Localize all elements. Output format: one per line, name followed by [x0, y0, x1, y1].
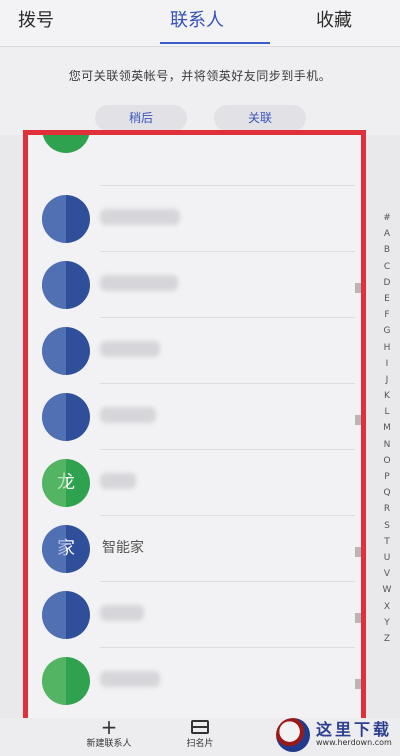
avatar: 家	[42, 525, 90, 573]
scan-icon	[191, 720, 209, 734]
divider	[100, 317, 355, 318]
alphabet-index-letter[interactable]: F	[380, 307, 394, 323]
alphabet-index-letter[interactable]: D	[380, 275, 394, 291]
tab-favorites[interactable]: 收藏	[316, 6, 352, 32]
scan-card-button[interactable]: 扫名片	[170, 718, 230, 749]
new-contact-label: 新建联系人	[86, 739, 132, 749]
alphabet-index-letter[interactable]: V	[380, 566, 394, 582]
link-account-button[interactable]: 关联	[214, 105, 306, 131]
alphabet-index-letter[interactable]: I	[380, 356, 394, 372]
blurred-name	[100, 209, 180, 225]
new-contact-button[interactable]: + 新建联系人	[74, 715, 144, 749]
avatar: 龙	[42, 459, 90, 507]
tab-bar: 拨号 联系人 收藏	[0, 0, 400, 47]
scan-card-label: 扫名片	[186, 739, 214, 749]
alphabet-index-letter[interactable]: A	[380, 226, 394, 242]
avatar	[42, 261, 90, 309]
alphabet-index-letter[interactable]: B	[380, 242, 394, 258]
alphabet-index-letter[interactable]: O	[380, 453, 394, 469]
banner-message: 您可关联领英帐号，并将领英好友同步到手机。	[68, 69, 332, 83]
contact-row[interactable]: 龙	[28, 449, 361, 515]
active-tab-indicator	[160, 42, 270, 44]
contact-row[interactable]	[28, 647, 361, 713]
contact-row[interactable]	[28, 251, 361, 317]
alphabet-index-letter[interactable]: C	[380, 259, 394, 275]
contact-list[interactable]: 龙 家 智能家	[23, 130, 366, 728]
watermark-title: 这里下载	[316, 720, 393, 739]
divider	[100, 647, 355, 648]
avatar	[42, 657, 90, 705]
blurred-name	[100, 473, 136, 489]
later-button[interactable]: 稍后	[95, 105, 187, 131]
divider	[100, 581, 355, 582]
avatar	[42, 327, 90, 375]
contact-row[interactable]	[28, 135, 361, 161]
alphabet-index-letter[interactable]: T	[380, 534, 394, 550]
alphabet-index[interactable]: # A B C D E F G H I J K L M N O P Q R S T U V W X Y Z	[380, 210, 394, 647]
alphabet-index-letter[interactable]: K	[380, 388, 394, 404]
avatar	[42, 135, 90, 153]
document-icon	[355, 415, 361, 425]
document-icon	[355, 613, 361, 623]
tab-dial[interactable]: 拨号	[18, 6, 54, 32]
contact-row[interactable]	[28, 317, 361, 383]
watermark-url: www.herdown.com	[316, 738, 392, 747]
alphabet-index-letter[interactable]: N	[380, 437, 394, 453]
alphabet-index-letter[interactable]: Z	[380, 631, 394, 647]
watermark: 这里下载 www.herdown.com	[276, 712, 400, 756]
alphabet-index-letter[interactable]: Y	[380, 615, 394, 631]
alphabet-index-letter[interactable]: S	[380, 518, 394, 534]
tab-contacts[interactable]: 联系人	[170, 6, 224, 32]
avatar	[42, 393, 90, 441]
alphabet-index-letter[interactable]: U	[380, 550, 394, 566]
document-icon	[355, 679, 361, 689]
plus-icon: +	[100, 715, 118, 739]
contact-row[interactable]	[28, 185, 361, 251]
blurred-name	[100, 341, 160, 357]
avatar	[42, 195, 90, 243]
blurred-name	[100, 407, 156, 423]
alphabet-index-letter[interactable]: #	[380, 210, 394, 226]
contact-row[interactable]	[28, 383, 361, 449]
alphabet-index-letter[interactable]: X	[380, 599, 394, 615]
contact-name: 智能家	[102, 540, 144, 556]
blurred-name	[100, 671, 160, 687]
divider	[100, 251, 355, 252]
divider	[100, 449, 355, 450]
alphabet-index-letter[interactable]: Q	[380, 485, 394, 501]
divider	[100, 383, 355, 384]
divider	[100, 515, 355, 516]
document-icon	[355, 547, 361, 557]
divider	[100, 185, 355, 186]
alphabet-index-letter[interactable]: R	[380, 501, 394, 517]
contact-row[interactable]	[28, 581, 361, 647]
alphabet-index-letter[interactable]: M	[380, 420, 394, 436]
contact-row[interactable]: 家 智能家	[28, 515, 361, 581]
watermark-logo-icon	[276, 718, 310, 752]
alphabet-index-letter[interactable]: L	[380, 404, 394, 420]
linkedin-banner: 您可关联领英帐号，并将领英好友同步到手机。 稍后 关联	[0, 47, 400, 135]
alphabet-index-letter[interactable]: E	[380, 291, 394, 307]
alphabet-index-letter[interactable]: J	[380, 372, 394, 388]
blurred-name	[100, 275, 178, 291]
alphabet-index-letter[interactable]: W	[380, 582, 394, 598]
alphabet-index-letter[interactable]: H	[380, 340, 394, 356]
blurred-name	[100, 605, 144, 621]
alphabet-index-letter[interactable]: P	[380, 469, 394, 485]
document-icon	[355, 283, 361, 293]
alphabet-index-letter[interactable]: G	[380, 323, 394, 339]
avatar	[42, 591, 90, 639]
